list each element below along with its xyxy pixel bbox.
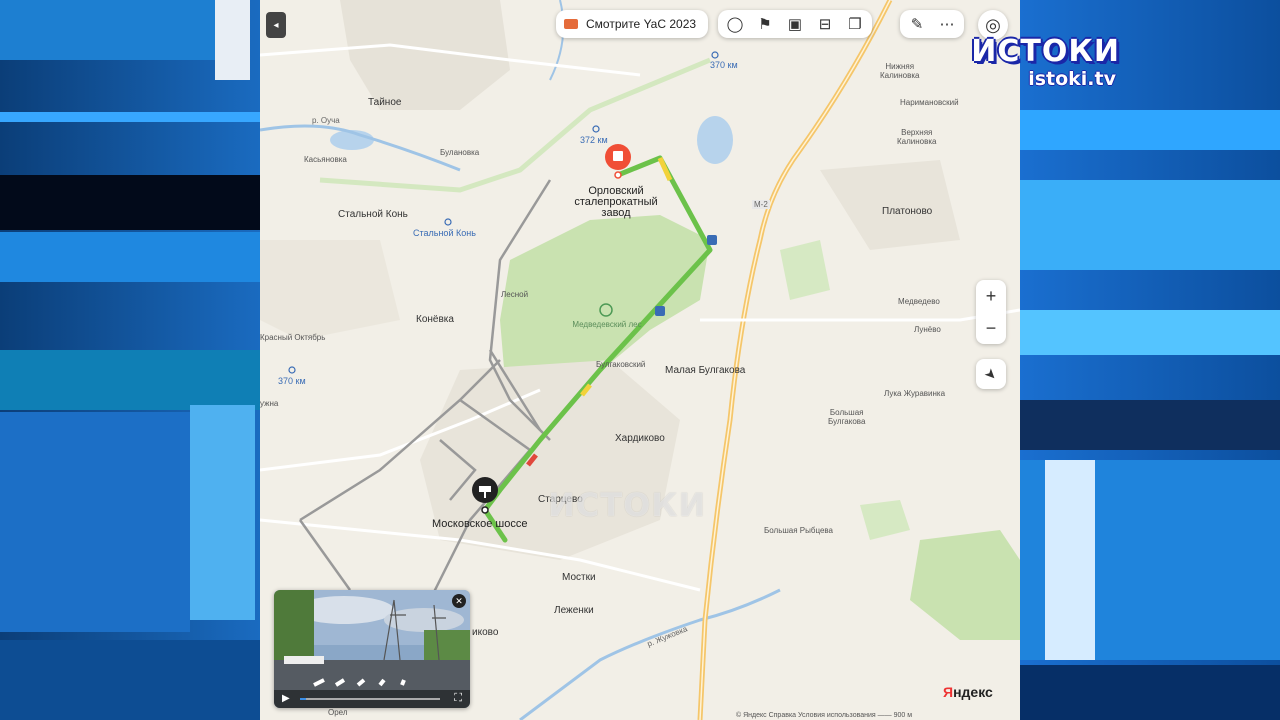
residential-area xyxy=(420,360,680,560)
road-label: М-2 xyxy=(752,200,770,209)
zoom-in-button[interactable]: + xyxy=(976,280,1006,312)
road xyxy=(700,308,1020,322)
railway xyxy=(298,519,352,591)
channel-logo-word: ИСТОКИ xyxy=(971,34,1120,69)
place-label: Медведево xyxy=(898,297,940,306)
destination-label[interactable]: Орловский сталепрокатный завод xyxy=(566,186,666,219)
km-marker: 370 км xyxy=(710,60,738,70)
place-label: Малая Булгакова xyxy=(665,365,746,376)
navigation-arrow-icon: ➤ xyxy=(981,363,1002,384)
place-label: Мостки xyxy=(562,572,596,583)
tools-toolbar: ✎ ⋯ xyxy=(900,10,964,38)
place-label: Красный Октябрь xyxy=(260,333,326,342)
place-label: Лунёво xyxy=(914,325,941,334)
place-label: Булановка xyxy=(440,148,480,157)
place-label: Платоново xyxy=(882,206,933,217)
place-label: Касьяновка xyxy=(304,155,347,164)
km-marker: 370 км xyxy=(278,376,306,386)
transit-icon: ⚑ xyxy=(758,16,772,33)
place-label: Орел xyxy=(328,708,348,717)
forest-label: Медведевский лес xyxy=(572,320,642,329)
collapse-panel-button[interactable]: ◂ xyxy=(266,12,286,38)
bus-button[interactable]: ⊟ xyxy=(810,11,840,37)
layers-icon: ◯ xyxy=(726,16,744,33)
panorama-icon: ❐ xyxy=(848,16,862,33)
map-copyright: © Яндекс Справка Условия использования —… xyxy=(736,712,913,719)
more-button[interactable]: ⋯ xyxy=(932,11,962,37)
map-layers-toolbar: ◯ ⚑ ▣ ⊟ ❐ xyxy=(718,10,872,38)
station-label: Стальной Конь xyxy=(413,228,476,238)
place-label: Лука Журавинка xyxy=(884,389,946,398)
place-label: ужна xyxy=(260,399,279,408)
place-label: Конёвка xyxy=(416,314,454,325)
play-icon[interactable]: ▶ xyxy=(282,693,290,704)
ruler-icon: ✎ xyxy=(910,16,924,33)
place-label: Булгаковский xyxy=(596,360,646,369)
channel-logo-site: istoki.tv xyxy=(1028,68,1116,90)
promo-label: Смотрите YaC 2023 xyxy=(586,17,697,31)
place-label: иково xyxy=(472,627,499,638)
lake xyxy=(697,116,733,164)
place-label: Стальной Конь xyxy=(338,209,408,220)
layers-button[interactable]: ◯ xyxy=(720,11,750,37)
watermark: ИСТОКИ xyxy=(548,486,707,524)
promo-button[interactable]: Смотрите YaC 2023 xyxy=(556,10,709,38)
street-view-progress[interactable] xyxy=(300,698,440,700)
zoom-out-button[interactable]: − xyxy=(976,312,1006,344)
street-view-preview[interactable]: ✕ ▶ ⛶ xyxy=(274,590,470,708)
yandex-logo: Яндекс xyxy=(943,684,993,700)
place-label: Большая Рыбцева xyxy=(764,526,833,535)
more-icon: ⋯ xyxy=(939,16,955,33)
bus-icon: ⊟ xyxy=(818,16,832,33)
residential-area xyxy=(260,240,400,340)
map-view[interactable]: Тайное Булановка Касьяновка Стальной Кон… xyxy=(260,0,1020,720)
place-label: Тайное xyxy=(368,97,402,108)
place-label: Наримановский xyxy=(900,98,959,107)
place-label: Хардиково xyxy=(615,433,665,444)
camera-button[interactable]: ▣ xyxy=(780,11,810,37)
locate-button[interactable]: ➤ xyxy=(976,359,1006,389)
residential-area xyxy=(820,160,960,250)
zoom-control: + − xyxy=(976,280,1006,344)
street-view-controls: ▶ ⛶ xyxy=(274,690,470,708)
place-label: Леженки xyxy=(554,605,594,616)
close-icon[interactable]: ✕ xyxy=(452,594,466,608)
road-label: р. Оуча xyxy=(312,116,340,125)
panorama-button[interactable]: ❐ xyxy=(840,11,870,37)
profile-icon: ◎ xyxy=(985,14,1001,35)
place-label: Лесной xyxy=(501,290,529,299)
chevron-left-icon: ◂ xyxy=(273,19,279,31)
place-label: Верхняя Калиновка xyxy=(897,128,937,146)
forest-area xyxy=(910,530,1020,640)
ruler-button[interactable]: ✎ xyxy=(902,11,932,37)
transit-button[interactable]: ⚑ xyxy=(750,11,780,37)
place-label: Нижняя Калиновка xyxy=(880,62,920,80)
tv-icon xyxy=(564,19,578,29)
forest-area xyxy=(860,500,910,540)
place-label: Большая Булгакова xyxy=(828,408,866,426)
forest-area xyxy=(780,240,830,300)
camera-icon: ▣ xyxy=(787,16,803,33)
residential-area xyxy=(340,0,510,110)
km-marker: 372 км xyxy=(580,135,608,145)
fullscreen-icon[interactable]: ⛶ xyxy=(454,692,462,705)
channel-logo: ИСТОКИ istoki.tv xyxy=(920,34,1120,91)
origin-label[interactable]: Московское шоссе xyxy=(432,518,527,530)
